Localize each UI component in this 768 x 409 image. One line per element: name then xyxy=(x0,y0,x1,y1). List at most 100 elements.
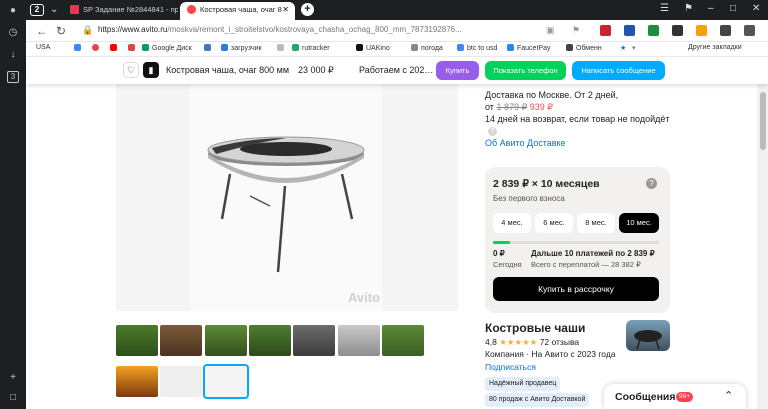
thumbnail-selected[interactable] xyxy=(203,364,249,399)
tab-label: SP Задание №2844841 - про xyxy=(83,5,178,14)
chevron-up-icon[interactable]: ⌃ xyxy=(724,389,733,402)
extension-icon[interactable] xyxy=(600,25,611,36)
menu-icon[interactable]: ☰ xyxy=(660,3,669,14)
bookmark-weather[interactable]: погода xyxy=(411,44,443,52)
minimize-icon[interactable]: – xyxy=(708,3,714,14)
history-icon[interactable]: ◷ xyxy=(7,27,19,39)
rating-value: 4,8 xyxy=(485,337,497,347)
bookmark-ribbon-icon[interactable]: ⚑ xyxy=(684,3,693,14)
close-window-icon[interactable]: ✕ xyxy=(752,3,760,14)
page-scrollbar[interactable] xyxy=(757,84,768,409)
months-option-6[interactable]: 6 мес. xyxy=(535,213,573,233)
tabs-dropdown-icon[interactable]: ⌄ xyxy=(50,4,58,15)
extension-icon[interactable] xyxy=(672,25,683,36)
browser-sidebar: ● ◷ ↓ 3 + □ xyxy=(0,0,26,409)
thumbnail[interactable] xyxy=(338,325,380,356)
subscribe-link[interactable]: Подписаться xyxy=(485,362,536,372)
seller-avatar[interactable] xyxy=(626,320,670,351)
bookmark-google-drive[interactable]: Google Диск xyxy=(142,44,192,52)
bookmark-icon[interactable]: ⚑ xyxy=(572,25,580,36)
thumbnail[interactable] xyxy=(382,325,424,356)
tab-task[interactable]: SP Задание №2844841 - про xyxy=(70,2,178,20)
new-tab-button[interactable]: + xyxy=(301,3,314,16)
bookmark-btc[interactable]: btc to usd xyxy=(457,44,497,52)
extension-icon[interactable] xyxy=(720,25,731,36)
main-photo[interactable]: Avito xyxy=(116,84,458,311)
panel-icon[interactable]: □ xyxy=(7,392,19,404)
url-path: /moskva/remont_i_stroitelstvo/kostrovaya… xyxy=(167,25,462,34)
chevron-down-icon[interactable]: ▾ xyxy=(632,44,636,52)
download-icon[interactable]: ↓ xyxy=(7,49,19,61)
gmail-icon[interactable] xyxy=(128,44,138,52)
seller-logo-icon: ▮ xyxy=(143,62,159,78)
thumbnail[interactable] xyxy=(205,325,247,356)
vk-icon[interactable] xyxy=(204,44,214,52)
show-phone-button[interactable]: Показать телефон xyxy=(485,61,566,80)
thumbnail[interactable] xyxy=(116,366,158,397)
reviews-link[interactable]: 72 отзыва xyxy=(540,337,579,347)
reload-icon[interactable]: ↻ xyxy=(56,24,66,38)
back-icon[interactable]: ← xyxy=(36,24,48,38)
thumbnail[interactable] xyxy=(293,325,335,356)
tab-screenshot-icon[interactable]: ▣ xyxy=(546,25,555,36)
google-icon[interactable] xyxy=(74,44,84,52)
avito-watermark: Avito xyxy=(347,290,380,305)
sticky-title: Костровая чаша, очаг 800 мм xyxy=(166,65,290,75)
bookmark-blank[interactable] xyxy=(277,44,287,52)
bookmark-usa[interactable]: USA xyxy=(36,44,50,51)
bookmark-other[interactable]: Другие закладки xyxy=(688,44,742,51)
write-message-button[interactable]: Написать сообщение xyxy=(572,61,665,80)
rating-stars-icon: ★★★★★ xyxy=(499,337,538,347)
thumbnail[interactable] xyxy=(160,325,202,356)
tab-favicon xyxy=(70,5,79,14)
buy-button[interactable]: Купить xyxy=(436,61,479,80)
installment-title: 2 839 ₽ × 10 месяцев xyxy=(493,178,600,190)
next-payments: Дальше 10 платежей по 2 839 ₽ xyxy=(531,249,655,258)
bookmark-rutracker[interactable]: rutracker xyxy=(292,44,330,52)
profile-icon[interactable]: ● xyxy=(7,5,19,17)
buy-installment-button[interactable]: Купить в рассрочку xyxy=(493,277,659,301)
thumbnail[interactable] xyxy=(160,366,202,397)
months-option-10[interactable]: 10 мес. xyxy=(619,213,659,233)
delivery-line: Доставка по Москве. От 2 дней, xyxy=(485,90,619,100)
thumbnail[interactable] xyxy=(249,325,291,356)
bookmark-downloader[interactable]: загрузчик xyxy=(221,44,262,52)
extension-icon[interactable] xyxy=(696,25,707,36)
installment-subtitle: Без первого взноса xyxy=(493,194,565,203)
extension-icon[interactable] xyxy=(744,25,755,36)
seller-company: Компания · На Авито с 2023 года xyxy=(485,349,616,359)
scrollbar-thumb[interactable] xyxy=(760,92,766,150)
extension-icon[interactable] xyxy=(648,25,659,36)
bookmark-faucetpay[interactable]: FaucetPay xyxy=(507,44,550,52)
favorite-heart-icon[interactable]: ♡ xyxy=(123,62,139,78)
tab-group-badge[interactable]: 3 xyxy=(7,71,19,83)
youtube-icon[interactable] xyxy=(110,44,120,52)
months-option-8[interactable]: 8 мес. xyxy=(577,213,615,233)
help-icon[interactable]: ? xyxy=(646,178,657,189)
months-option-4[interactable]: 4 мес. xyxy=(493,213,531,233)
tab-avito[interactable]: Костровая чаша, очаг 8 ✕ xyxy=(180,2,295,20)
about-delivery-link[interactable]: Об Авито Доставке xyxy=(485,138,566,148)
thumbnail[interactable] xyxy=(116,325,158,356)
sticky-work-hours: Работаем с 202… xyxy=(359,65,434,75)
payment-progress-fill xyxy=(493,241,510,244)
add-panel-icon[interactable]: + xyxy=(7,372,19,384)
messages-count-badge: 99+ xyxy=(676,392,694,402)
bookmark-uakino[interactable]: UAKino xyxy=(356,44,390,52)
bookmark-exchange[interactable]: Обменн xyxy=(566,44,602,52)
star-icon[interactable]: ★ xyxy=(620,44,626,52)
seller-name[interactable]: Костровые чаши xyxy=(485,321,585,335)
extension-icon[interactable] xyxy=(624,25,635,36)
messages-widget[interactable]: Сообщения 99+ ⌃ xyxy=(604,384,746,409)
close-tab-icon[interactable]: ✕ xyxy=(282,2,289,18)
lock-icon[interactable]: 🔒 xyxy=(82,25,93,36)
today-amount: 0 ₽ xyxy=(493,249,505,258)
pocket-icon[interactable] xyxy=(92,44,102,52)
returns-info: 14 дней на возврат, если товар не подойд… xyxy=(485,114,670,124)
maximize-icon[interactable]: □ xyxy=(730,3,736,14)
tab-count-badge[interactable]: 2 xyxy=(30,4,44,16)
tab-favicon xyxy=(187,5,196,14)
url-field[interactable]: https://www.avito.ru/moskva/remont_i_str… xyxy=(98,25,462,34)
new-delivery-price: 939 ₽ xyxy=(529,102,553,112)
info-icon[interactable]: ? xyxy=(488,127,497,136)
